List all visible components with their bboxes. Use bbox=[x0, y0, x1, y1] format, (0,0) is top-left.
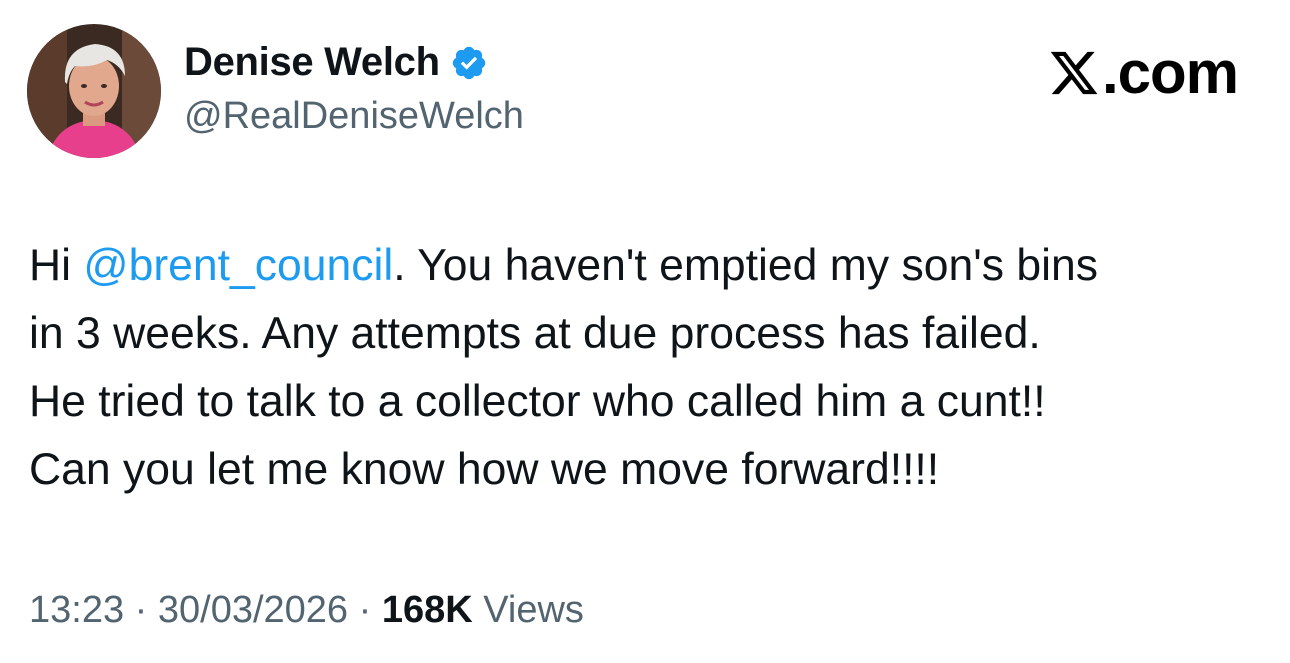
author-name-row: Denise Welch bbox=[184, 36, 488, 88]
tweet-line: Can you let me know how we move forward!… bbox=[29, 445, 940, 494]
tweet-text-segment: Hi bbox=[29, 241, 84, 290]
tweet-line: Hi @brent_council. You haven't emptied m… bbox=[29, 232, 1279, 300]
author-display-name[interactable]: Denise Welch bbox=[184, 36, 440, 88]
author-handle[interactable]: @RealDeniseWelch bbox=[184, 91, 524, 141]
tweet-line: He tried to talk to a collector who call… bbox=[29, 377, 1046, 426]
meta-separator: · bbox=[124, 589, 158, 631]
brand-text: .com bbox=[1101, 39, 1239, 106]
tweet-time[interactable]: 13:23 bbox=[29, 589, 124, 631]
x-logo-icon bbox=[1050, 51, 1098, 95]
tweet-text: Hi @brent_council. You haven't emptied m… bbox=[29, 232, 1279, 504]
tweet-line: in 3 weeks. Any attempts at due process … bbox=[29, 309, 1041, 358]
avatar-photo bbox=[27, 24, 161, 158]
views-count: 168K bbox=[381, 589, 473, 631]
meta-separator: · bbox=[348, 589, 382, 631]
avatar[interactable] bbox=[27, 24, 161, 158]
verified-badge-icon bbox=[450, 44, 488, 82]
tweet-meta: 13:23 · 30/03/2026 · 168K Views bbox=[29, 582, 584, 638]
views-label: Views bbox=[472, 589, 584, 631]
tweet-date[interactable]: 30/03/2026 bbox=[158, 589, 348, 631]
mention-link[interactable]: @brent_council bbox=[83, 241, 393, 290]
brand-watermark: .com bbox=[1048, 38, 1239, 108]
tweet-text-segment: . You haven't emptied my son's bins bbox=[393, 241, 1098, 290]
